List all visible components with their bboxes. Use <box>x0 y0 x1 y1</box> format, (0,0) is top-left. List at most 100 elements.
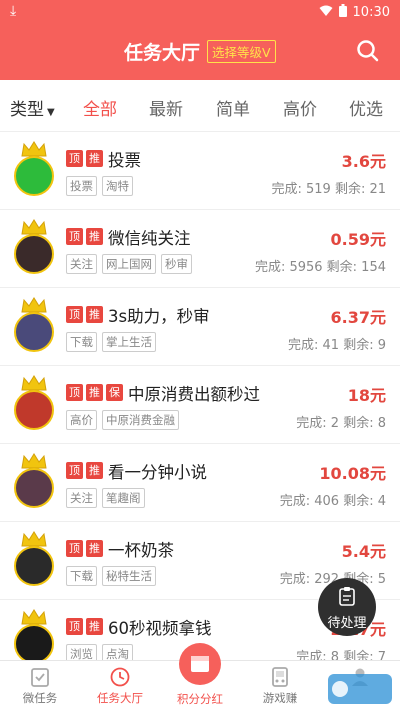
task-price: 5.4元 <box>341 542 386 561</box>
task-tag: 下载 <box>66 566 97 586</box>
task-badge: 顶 <box>66 228 83 245</box>
tab-all[interactable]: 全部 <box>83 95 117 120</box>
nav-task-hall[interactable]: 任务大厅 <box>80 661 160 711</box>
task-title: 看一分钟小说 <box>108 463 207 482</box>
task-stats: 完成: 2 剩余: 8 <box>296 416 386 431</box>
task-clipboard-icon <box>29 666 51 688</box>
select-level-button[interactable]: 选择等级V <box>207 40 276 63</box>
task-avatar <box>12 296 56 352</box>
task-title: 一杯奶茶 <box>108 541 174 560</box>
pending-label: 待处理 <box>327 616 367 631</box>
task-title: 投票 <box>108 151 141 170</box>
task-avatar <box>12 140 56 196</box>
gift-box-icon <box>179 643 221 685</box>
avatar <box>14 468 54 508</box>
task-title: 微信纯关注 <box>108 229 191 248</box>
task-stats: 完成: 406 剩余: 4 <box>279 494 386 509</box>
nav-game-earn-label: 游戏赚 <box>262 691 298 705</box>
task-avatar <box>12 374 56 430</box>
task-tag: 高价 <box>66 410 97 430</box>
avatar <box>14 624 54 664</box>
task-tag: 关注 <box>66 488 97 508</box>
app-header: 任务大厅 选择等级V <box>0 24 400 80</box>
task-tag: 中原消费金融 <box>102 410 179 430</box>
avatar <box>14 312 54 352</box>
task-row[interactable]: 顶推投票 3.6元 投票 淘特 完成: 519 剩余: 21 <box>0 132 400 210</box>
task-badge: 顶 <box>66 618 83 635</box>
task-badges: 顶推 <box>66 150 103 167</box>
task-price: 6.37元 <box>330 308 386 327</box>
task-avatar <box>12 218 56 274</box>
task-badge: 推 <box>86 540 103 557</box>
task-tags: 关注 网上国网 秒审 <box>66 254 192 274</box>
task-title: 3s助力，秒审 <box>108 307 210 326</box>
status-bar: ⤓ 10:30 <box>0 0 400 24</box>
tab-high-price[interactable]: 高价 <box>283 95 317 120</box>
task-tag: 淘特 <box>102 176 133 196</box>
type-filter-label: 类型 <box>10 100 44 120</box>
task-badge: 推 <box>86 150 103 167</box>
task-tag: 掌上生活 <box>102 332 156 352</box>
task-tag: 秒审 <box>161 254 192 274</box>
task-stats: 完成: 519 剩余: 21 <box>271 182 386 197</box>
nav-game-earn[interactable]: 游戏赚 <box>240 661 320 711</box>
page-title: 任务大厅 <box>124 42 201 64</box>
filter-tabs: 类型 ▼ 全部 最新 简单 高价 优选 <box>0 80 400 132</box>
task-row[interactable]: 顶推看一分钟小说 10.08元关注 笔趣阁 完成: 406 剩余: 4 <box>0 444 400 522</box>
task-tags: 关注 笔趣阁 <box>66 488 145 508</box>
download-icon: ⤓ <box>10 3 17 19</box>
task-row[interactable]: 顶推 3s助力，秒审 6.37元下载 掌上生活 完成: 41 剩余: 9 <box>0 288 400 366</box>
avatar <box>14 390 54 430</box>
tab-latest[interactable]: 最新 <box>149 95 183 120</box>
task-avatar <box>12 530 56 586</box>
task-badge: 推 <box>86 384 103 401</box>
task-badge: 顶 <box>66 384 83 401</box>
nav-task-hall-label: 任务大厅 <box>97 691 143 705</box>
task-price: 18元 <box>347 386 386 405</box>
task-row[interactable]: 顶推保中原消费出额秒过 18元 高价 中原消费金融 完成: 2 剩余: 8 <box>0 366 400 444</box>
avatar <box>14 234 54 274</box>
task-badge: 推 <box>86 306 103 323</box>
task-badges: 顶推 <box>66 540 103 557</box>
task-row[interactable]: 顶推微信纯关注 0.59元 关注 网上国网 秒审 完成: 5956 剩余: 154 <box>0 210 400 288</box>
task-badge: 顶 <box>66 306 83 323</box>
task-badges: 顶推 <box>66 228 103 245</box>
task-stats: 完成: 41 剩余: 9 <box>288 338 386 353</box>
task-tags: 下载 掌上生活 <box>66 332 156 352</box>
task-badge: 顶 <box>66 540 83 557</box>
task-badges: 顶推 <box>66 306 103 323</box>
task-badge: 推 <box>86 462 103 479</box>
wifi-icon <box>319 5 333 21</box>
task-tag: 网上国网 <box>102 254 156 274</box>
pending-floating-button[interactable]: 待处理 <box>318 578 376 636</box>
tab-simple[interactable]: 简单 <box>216 95 250 120</box>
task-badge: 推 <box>86 228 103 245</box>
task-tags: 高价 中原消费金融 <box>66 410 179 430</box>
task-tags: 下载 秘特生活 <box>66 566 156 586</box>
nav-points-dividend[interactable]: 积分分红 <box>160 643 240 711</box>
battery-icon <box>338 4 347 21</box>
task-badges: 顶推保 <box>66 384 123 401</box>
task-badge: 顶 <box>66 462 83 479</box>
task-price: 10.08元 <box>319 464 386 483</box>
task-hall-icon <box>109 666 131 688</box>
task-badges: 顶推 <box>66 618 103 635</box>
avatar <box>14 546 54 586</box>
task-avatar <box>12 608 56 664</box>
task-price: 0.59元 <box>330 230 386 249</box>
type-filter-dropdown[interactable]: 类型 ▼ <box>10 95 55 120</box>
task-badges: 顶推 <box>66 462 103 479</box>
task-tag: 笔趣阁 <box>102 488 145 508</box>
task-tag: 投票 <box>66 176 97 196</box>
tab-featured[interactable]: 优选 <box>349 95 383 120</box>
task-price: 3.6元 <box>341 152 386 171</box>
task-tag: 关注 <box>66 254 97 274</box>
task-tags: 投票 淘特 <box>66 176 133 196</box>
watermark-logo <box>324 668 396 708</box>
nav-micro-task[interactable]: 微任务 <box>0 661 80 711</box>
search-icon[interactable] <box>356 39 380 63</box>
clipboard-icon <box>318 586 376 610</box>
nav-micro-task-label: 微任务 <box>22 691 58 705</box>
caret-down-icon: ▼ <box>47 107 55 118</box>
task-title: 60秒视频拿钱 <box>108 619 212 638</box>
